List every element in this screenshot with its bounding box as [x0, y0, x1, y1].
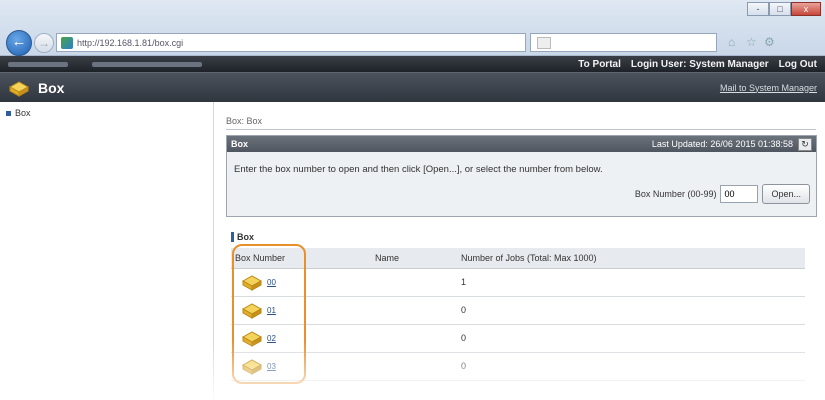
- table-row: 01 0: [231, 296, 805, 325]
- browser-tab[interactable]: [530, 33, 717, 52]
- box-number-input[interactable]: [720, 185, 759, 203]
- panel-title: Box: [231, 139, 249, 149]
- gear-icon[interactable]: ⚙: [764, 35, 775, 49]
- browser-chrome: - □ x ← → http://192.168.1.81/box.cgi ⌂ …: [0, 0, 825, 56]
- open-button[interactable]: Open...: [762, 184, 810, 204]
- login-user-label: Login User: System Manager: [630, 58, 769, 70]
- box-name: [371, 268, 457, 297]
- box-name: [371, 296, 457, 325]
- instruction-text: Enter the box number to open and then cl…: [234, 164, 603, 175]
- table-header-row: Box Number Name Number of Jobs (Total: M…: [231, 248, 805, 269]
- table-row: 03 0: [231, 352, 805, 381]
- last-updated: Last Updated: 26/06 2015 01:38:58: [651, 139, 793, 149]
- sidebar-item-box[interactable]: Box: [0, 102, 213, 118]
- box-number-label: Box Number (00-99): [634, 189, 717, 199]
- mail-to-system-manager-link[interactable]: Mail to System Manager: [720, 83, 817, 93]
- main-content: Box: Box Box Last Updated: 26/06 2015 01…: [215, 102, 825, 400]
- back-icon[interactable]: ←: [6, 30, 32, 56]
- minimize-button[interactable]: -: [747, 2, 769, 16]
- box-open-panel: Box Last Updated: 26/06 2015 01:38:58 ↻ …: [226, 135, 817, 217]
- bullet-icon: [6, 110, 11, 116]
- box-job-count: 0: [457, 324, 805, 353]
- box-job-count: 0: [457, 296, 805, 325]
- column-header-name: Name: [371, 248, 457, 269]
- box-job-count: 0: [457, 352, 805, 381]
- site-favicon-icon: [61, 36, 73, 49]
- tab-page-icon: [537, 36, 551, 49]
- star-icon[interactable]: ☆: [746, 35, 757, 49]
- sidebar: Box: [0, 102, 214, 400]
- close-button[interactable]: x: [791, 2, 821, 16]
- window-controls: - □ x: [747, 2, 821, 16]
- title-bar: Box Mail to System Manager: [0, 72, 825, 102]
- box-table: Box Number Name Number of Jobs (Total: M…: [231, 248, 805, 381]
- box-number-row: Box Number (00-99) Open...: [635, 184, 810, 204]
- table-row: 02 0: [231, 324, 805, 353]
- column-header-jobs: Number of Jobs (Total: Max 1000): [457, 248, 805, 269]
- sidebar-item-label: Box: [15, 108, 31, 118]
- address-bar[interactable]: http://192.168.1.81/box.cgi: [56, 33, 526, 52]
- panel-header: Box Last Updated: 26/06 2015 01:38:58 ↻: [227, 136, 816, 152]
- breadcrumb: Box: Box: [226, 116, 816, 130]
- table-row: 00 1: [231, 268, 805, 297]
- box-name: [371, 352, 457, 381]
- portal-links: To Portal Login User: System Manager Log…: [578, 59, 817, 70]
- page-title: Box: [38, 79, 65, 96]
- box-section-title: Box: [231, 232, 254, 242]
- forward-icon[interactable]: →: [34, 33, 54, 53]
- box-name: [371, 324, 457, 353]
- box-job-count: 1: [457, 268, 805, 297]
- maximize-button[interactable]: □: [769, 2, 791, 16]
- portal-bar: To Portal Login User: System Manager Log…: [0, 56, 825, 72]
- home-icon[interactable]: ⌂: [728, 35, 735, 49]
- logout-link[interactable]: Log Out: [779, 59, 817, 70]
- address-url: http://192.168.1.81/box.cgi: [77, 37, 184, 48]
- box-icon: [8, 80, 30, 97]
- refresh-icon[interactable]: ↻: [798, 137, 812, 151]
- box-number-highlight: [232, 244, 306, 384]
- to-portal-link[interactable]: To Portal: [578, 59, 621, 70]
- device-info-blurred: [8, 61, 202, 67]
